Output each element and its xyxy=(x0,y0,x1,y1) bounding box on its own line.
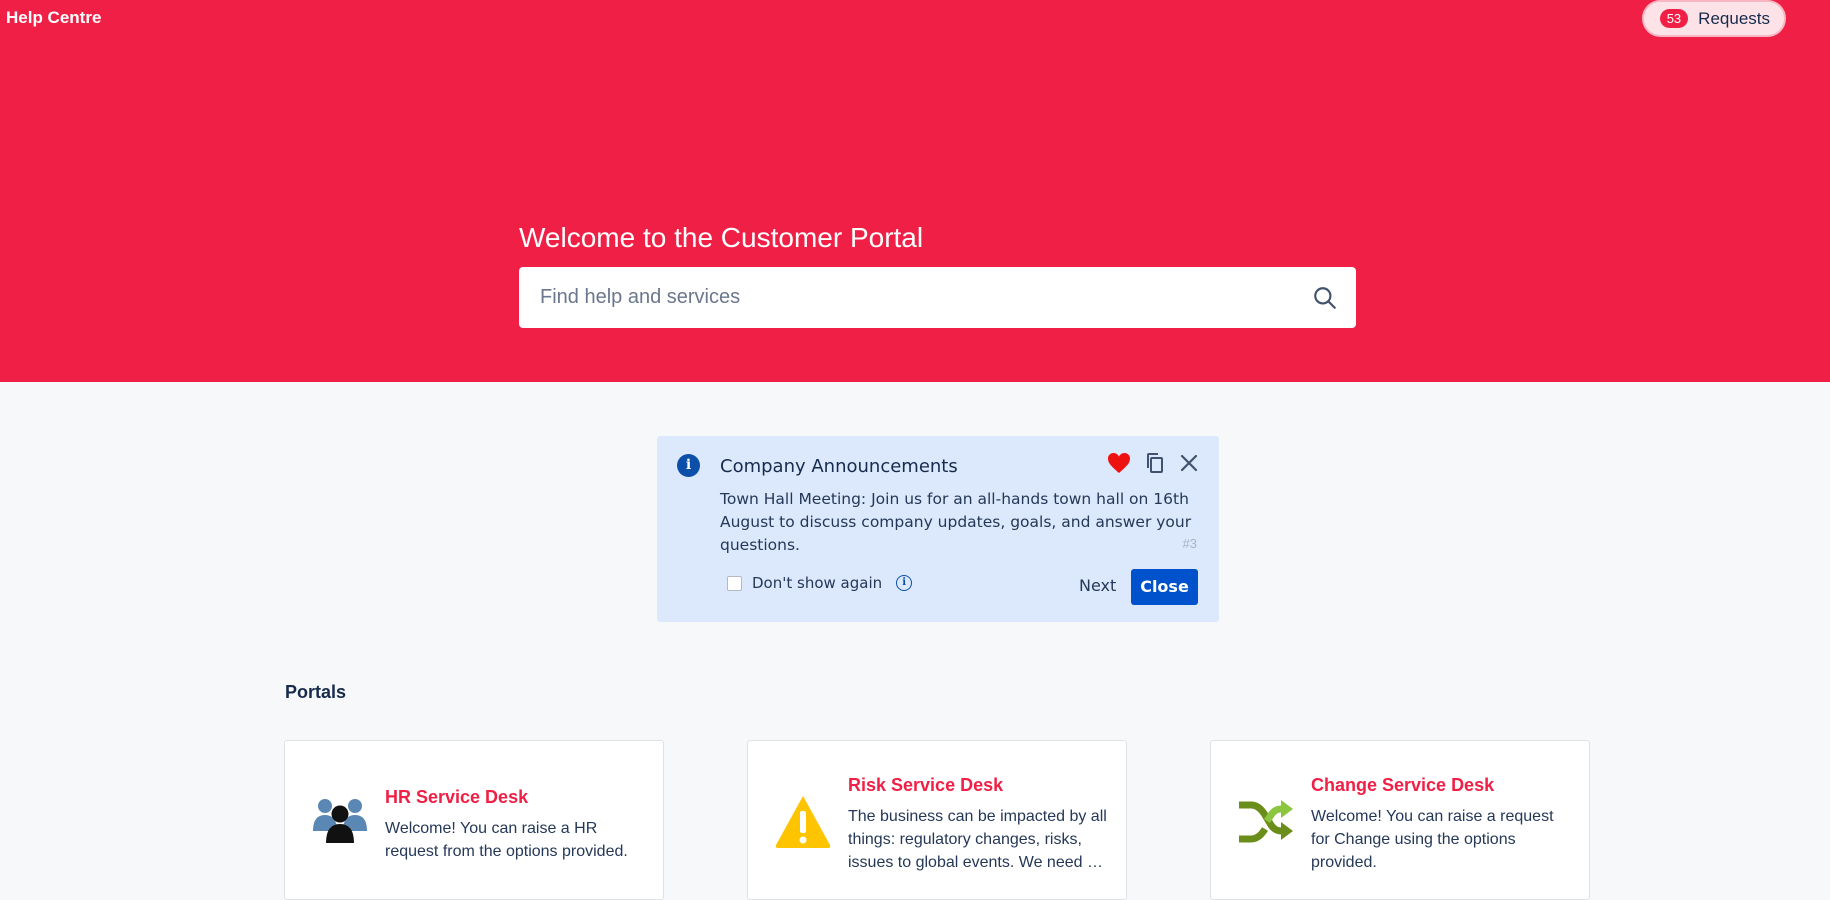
hero-banner: Help Centre 53 Requests Welcome to the C… xyxy=(0,0,1830,382)
copy-icon[interactable] xyxy=(1145,452,1165,479)
portals-heading: Portals xyxy=(285,682,347,702)
portal-card-risk[interactable]: Risk Service Desk The business can be im… xyxy=(747,740,1127,900)
requests-count-badge: 53 xyxy=(1659,9,1689,28)
announcement-number: #3 xyxy=(1182,536,1197,551)
announcement-panel: i Company Announcements Town Hall Meetin… xyxy=(657,436,1219,622)
portal-title[interactable]: Risk Service Desk xyxy=(848,775,1003,796)
shuffle-arrows-icon xyxy=(1239,800,1293,843)
portal-description: Welcome! You can raise a request for Cha… xyxy=(1311,808,1554,871)
dont-show-again-checkbox[interactable] xyxy=(727,575,742,591)
close-button[interactable]: Close xyxy=(1131,569,1198,605)
announcement-title: Company Announcements xyxy=(720,456,958,477)
search-input[interactable] xyxy=(538,285,1312,310)
portal-description: Welcome! You can raise a HR request from… xyxy=(385,820,628,860)
page-title: Welcome to the Customer Portal xyxy=(519,222,924,253)
info-icon: i xyxy=(677,454,700,477)
heart-icon[interactable] xyxy=(1107,452,1131,479)
search-bar xyxy=(519,267,1356,328)
dont-show-again-label: Don't show again xyxy=(752,574,883,592)
next-button[interactable]: Next xyxy=(1079,576,1116,595)
dont-show-again-option[interactable]: Don't show again i xyxy=(727,574,913,592)
info-circle-icon[interactable]: i xyxy=(896,575,913,591)
help-centre-link[interactable]: Help Centre xyxy=(6,8,101,28)
warning-triangle-icon xyxy=(775,796,831,848)
announcement-actions xyxy=(1107,452,1199,479)
announcement-body: Town Hall Meeting: Join us for an all-ha… xyxy=(720,490,1192,554)
portal-title[interactable]: HR Service Desk xyxy=(385,787,528,808)
portal-description: The business can be impacted by all thin… xyxy=(848,808,1107,871)
people-group-icon xyxy=(313,799,367,843)
requests-label: Requests xyxy=(1698,8,1770,28)
portal-card-hr[interactable]: HR Service Desk Welcome! You can raise a… xyxy=(284,740,664,900)
requests-button[interactable]: 53 Requests xyxy=(1641,0,1786,37)
search-icon[interactable] xyxy=(1312,285,1338,311)
portal-title[interactable]: Change Service Desk xyxy=(1311,775,1494,796)
close-icon[interactable] xyxy=(1179,453,1199,478)
portal-card-change[interactable]: Change Service Desk Welcome! You can rai… xyxy=(1210,740,1590,900)
